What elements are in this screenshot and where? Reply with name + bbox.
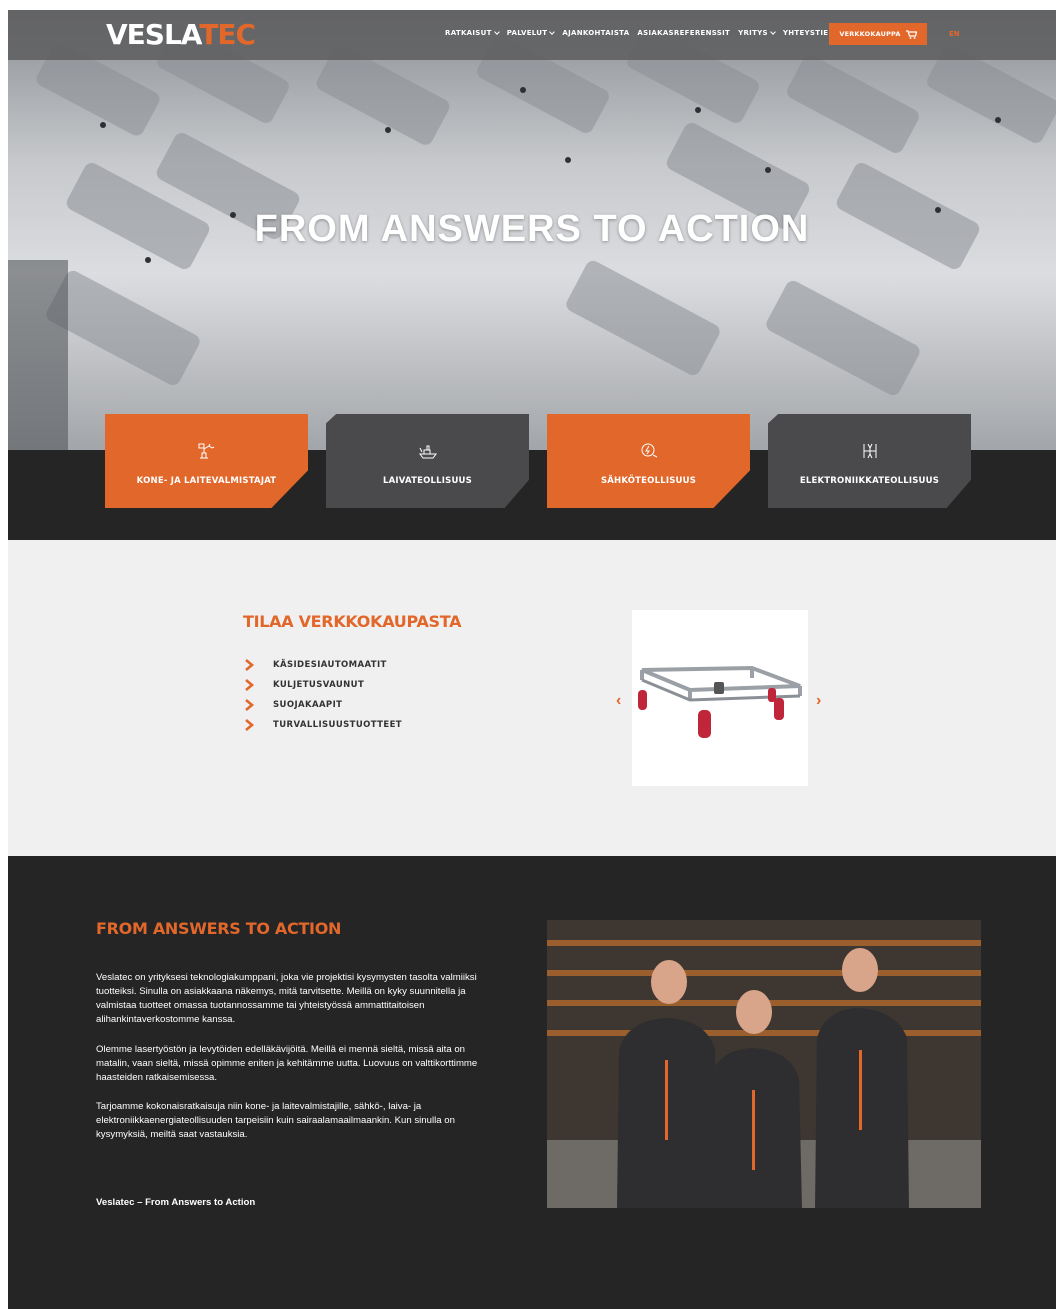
chevron-down-icon <box>549 29 556 35</box>
webshop-category-label: SUOJAKAAPIT <box>273 700 343 710</box>
about-title: FROM ANSWERS TO ACTION <box>96 919 342 938</box>
menu-item-ajankohtaista[interactable]: AJANKOHTAISTA <box>562 29 629 37</box>
industry-card-label: SÄHKÖTEOLLISUUS <box>600 476 697 486</box>
webshop-category-label: TURVALLISUUSTUOTTEET <box>273 720 402 730</box>
webshop-category-item[interactable]: SUOJAKAAPIT <box>243 695 402 715</box>
industry-card-label: KONE- JA LAITEVALMISTAJAT <box>136 476 277 486</box>
menu-label: ASIAKASREFERENSSIT <box>637 29 731 37</box>
ship-icon <box>418 445 437 459</box>
transport-cart-image <box>638 665 802 738</box>
menu-item-asiakasreferenssit[interactable]: ASIAKASREFERENSSIT <box>637 29 730 37</box>
chevron-right-icon <box>245 659 255 671</box>
menu-label: AJANKOHTAISTA <box>562 29 630 37</box>
main-menu: RATKAISUT PALVELUT AJANKOHTAISTA ASIAKAS… <box>445 29 846 37</box>
webshop-category-item[interactable]: TURVALLISUUSTUOTTEET <box>243 715 402 735</box>
menu-label: RATKAISUT <box>445 29 492 37</box>
webshop-button[interactable]: VERKKOKAUPPA <box>829 23 927 45</box>
chevron-right-icon <box>245 699 255 711</box>
chevron-down-icon <box>493 29 500 35</box>
about-paragraph: Veslatec on yrityksesi teknologiakumppan… <box>96 972 477 1025</box>
about-section: FROM ANSWERS TO ACTION Veslatec on yrity… <box>8 856 1056 1309</box>
logo-text-right: TEC <box>199 18 256 51</box>
menu-item-ratkaisut[interactable]: RATKAISUT <box>445 29 500 37</box>
about-paragraph: Tarjoamme kokonaisratkaisuja niin kone- … <box>96 1101 455 1140</box>
team-photo <box>547 920 981 1208</box>
hero: FROM ANSWERS TO ACTION VESLATEC RATKAISU… <box>8 10 1056 540</box>
veslatec-logo[interactable]: VESLATEC <box>106 18 256 51</box>
logo-text-left: VESLA <box>106 18 200 51</box>
menu-label: PALVELUT <box>506 29 548 37</box>
webshop-category-list: KÄSIDESIAUTOMAATIT KULJETUSVAUNUT SUOJAK… <box>243 655 402 735</box>
hero-title: FROM ANSWERS TO ACTION <box>254 208 810 250</box>
language-switch[interactable]: EN <box>949 30 960 38</box>
webshop-category-label: KÄSIDESIAUTOMAATIT <box>273 660 387 670</box>
industry-card-label: LAIVATEOLLISUUS <box>383 476 472 486</box>
chevron-down-icon <box>770 29 776 35</box>
about-paragraph: Olemme lasertyöstön ja levytöiden edellä… <box>96 1044 478 1083</box>
carousel-prev-button[interactable]: ‹ <box>616 692 621 710</box>
webshop-title: TILAA VERKKOKAUPASTA <box>243 612 462 631</box>
webshop-button-label: VERKKOKAUPPA <box>839 30 901 38</box>
top-navigation: VESLATEC RATKAISUT PALVELUT AJANKOHTAIST… <box>8 10 1056 60</box>
chevron-right-icon <box>245 679 255 691</box>
cart-icon <box>905 29 917 39</box>
chevron-right-icon <box>245 719 255 731</box>
menu-item-yritys[interactable]: YRITYS <box>738 29 776 37</box>
product-image[interactable] <box>632 610 808 786</box>
industry-card-elektroniikka[interactable]: ELEKTRONIIKKATEOLLISUUS <box>768 414 971 508</box>
menu-label: YRITYS <box>738 29 768 37</box>
industry-card-laiva[interactable]: LAIVATEOLLISUUS <box>326 414 529 508</box>
menu-item-palvelut[interactable]: PALVELUT <box>506 29 556 37</box>
electricity-icon <box>641 443 657 458</box>
robot-arm-icon <box>198 443 214 459</box>
webshop-category-label: KULJETUSVAUNUT <box>273 680 365 690</box>
about-tagline: Veslatec – From Answers to Action <box>96 1197 256 1208</box>
industry-card-label: ELEKTRONIIKKATEOLLISUUS <box>799 476 940 486</box>
carousel-next-button[interactable]: › <box>816 692 821 710</box>
circuit-icon <box>863 443 876 459</box>
page: FROM ANSWERS TO ACTION VESLATEC RATKAISU… <box>8 10 1056 1309</box>
webshop-category-item[interactable]: KULJETUSVAUNUT <box>243 675 402 695</box>
industry-card-sahko[interactable]: SÄHKÖTEOLLISUUS <box>547 414 750 508</box>
webshop-category-item[interactable]: KÄSIDESIAUTOMAATIT <box>243 655 402 675</box>
team-photo-illustration <box>547 920 981 1208</box>
webshop-section: TILAA VERKKOKAUPASTA KÄSIDESIAUTOMAATIT … <box>8 540 1056 856</box>
industry-card-kone[interactable]: KONE- JA LAITEVALMISTAJAT <box>105 414 308 508</box>
